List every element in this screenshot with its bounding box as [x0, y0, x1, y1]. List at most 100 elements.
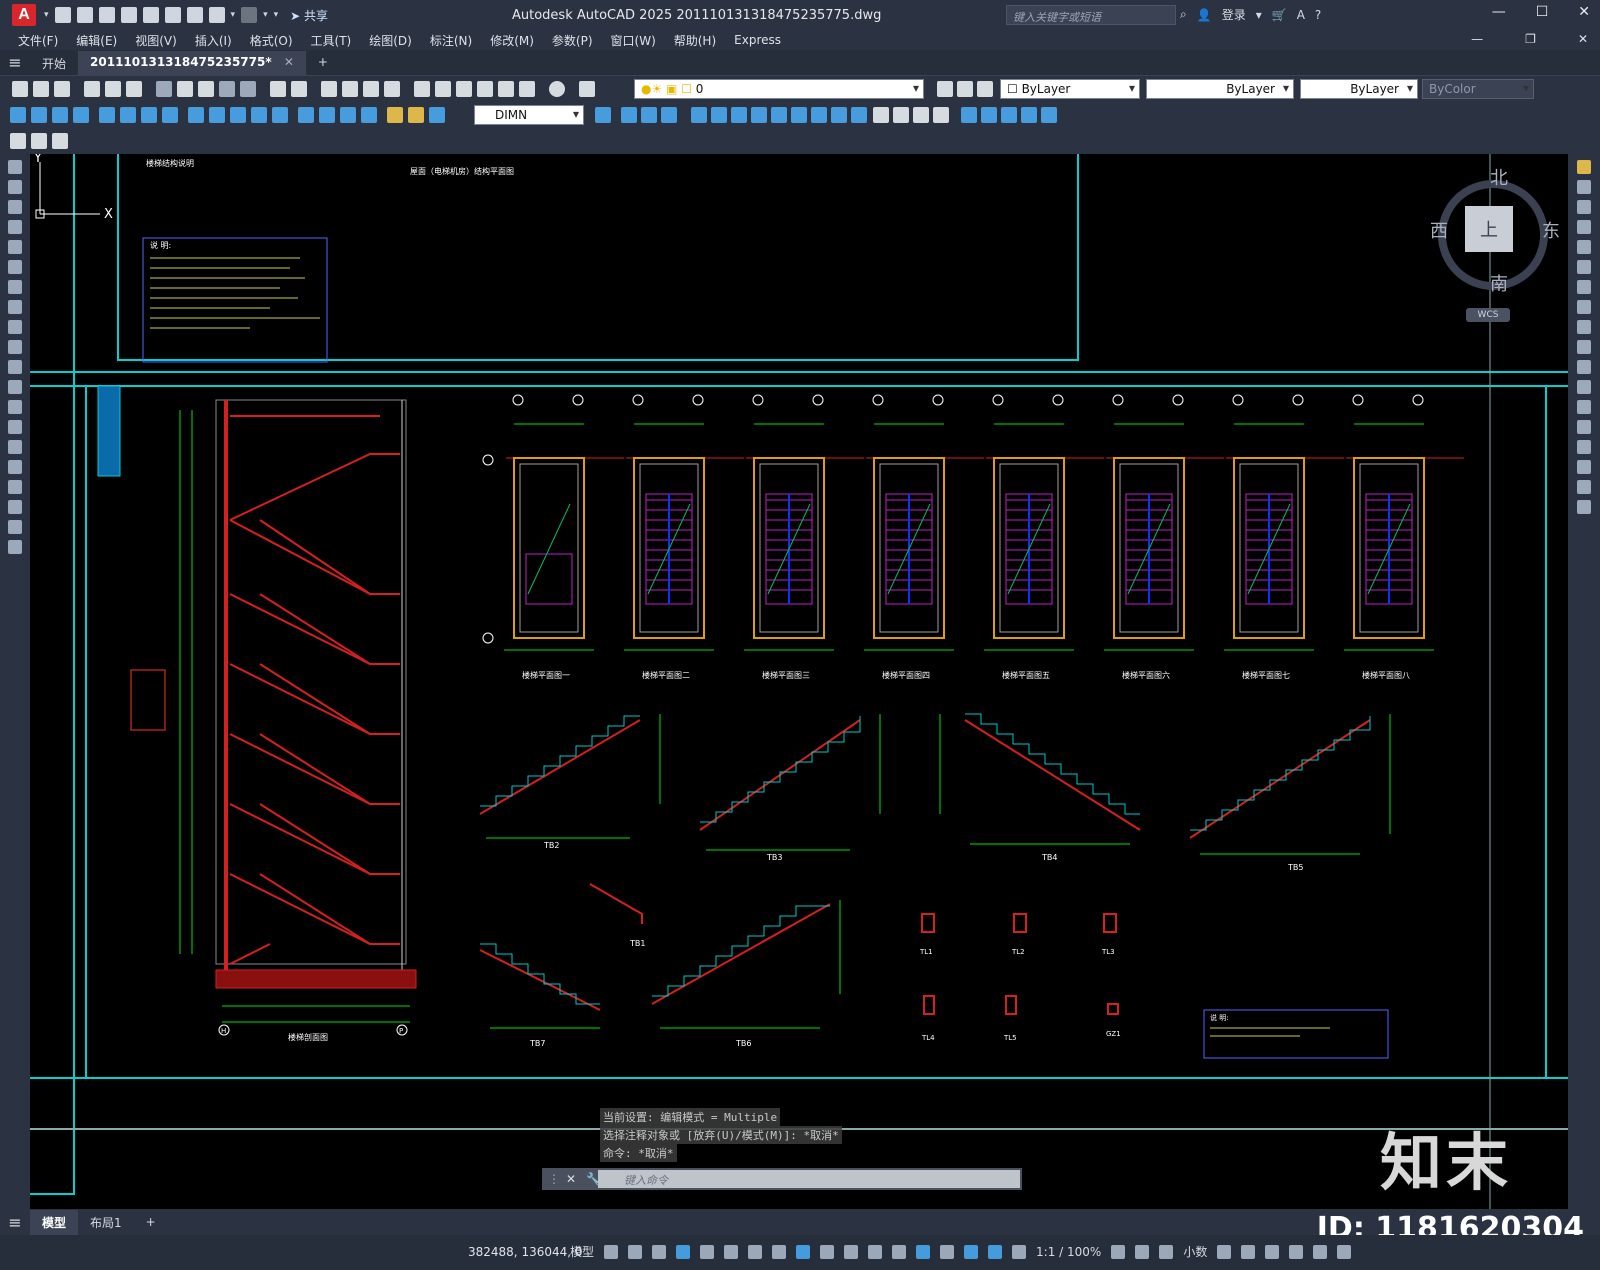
- copy-icon[interactable]: [177, 81, 193, 97]
- view-se-icon[interactable]: [1021, 107, 1037, 123]
- match-prop-icon[interactable]: [219, 81, 235, 97]
- hatch-icon[interactable]: [8, 440, 22, 454]
- jogged-linear-icon[interactable]: [361, 107, 377, 123]
- object-snap-icon[interactable]: [796, 1244, 811, 1259]
- radius-dim-icon[interactable]: [99, 107, 115, 123]
- ellipse-arc-icon[interactable]: [8, 360, 22, 374]
- quick-dim-icon[interactable]: [188, 107, 204, 123]
- dimstyle-dropdown[interactable]: DIMN: [474, 105, 584, 125]
- view-top-icon[interactable]: [873, 107, 889, 123]
- close-icon[interactable]: ✕: [1578, 4, 1590, 20]
- tolerance-icon[interactable]: [298, 107, 314, 123]
- drawing-canvas[interactable]: 楼梯结构说明 屋面（电梯机房）结构平面图 说 明: H P 楼梯剖面图 楼梯平面…: [30, 154, 1568, 1209]
- join-icon[interactable]: [1577, 420, 1591, 434]
- quick-properties-icon[interactable]: [1217, 1244, 1232, 1259]
- annotation-visibility-icon[interactable]: [988, 1244, 1003, 1259]
- lineweight-dropdown[interactable]: ByLayer: [1300, 79, 1418, 99]
- autodesk-app-icon[interactable]: A: [1297, 8, 1305, 22]
- rectangle-icon[interactable]: [8, 240, 22, 254]
- jogged-dim-icon[interactable]: [120, 107, 136, 123]
- snap-icon[interactable]: [628, 1244, 643, 1259]
- arc-icon[interactable]: [8, 260, 22, 274]
- multiline-text-icon[interactable]: [8, 520, 22, 534]
- doc-minimize-icon[interactable]: —: [1471, 32, 1483, 46]
- viewcube[interactable]: 北 南 东 西 上 WCS: [1430, 164, 1568, 324]
- menu-format[interactable]: 格式(O): [250, 32, 293, 49]
- make-current-icon[interactable]: [937, 81, 953, 97]
- copy-object-icon[interactable]: [1577, 180, 1591, 194]
- point-icon[interactable]: [8, 420, 22, 434]
- redo-icon[interactable]: [241, 7, 258, 23]
- erase-icon[interactable]: [1577, 160, 1591, 174]
- menu-view[interactable]: 视图(V): [135, 32, 177, 49]
- autocad-logo-icon[interactable]: A: [12, 4, 36, 26]
- share-button[interactable]: ➤ 共享: [290, 7, 328, 24]
- color-dropdown[interactable]: ☐ ByLayer: [1000, 79, 1140, 99]
- menu-hamburger-icon[interactable]: ≡: [0, 53, 30, 72]
- save-as-icon[interactable]: [120, 7, 137, 23]
- extend-icon[interactable]: [1577, 360, 1591, 374]
- polar-icon[interactable]: [724, 1244, 739, 1259]
- open-file-icon[interactable]: [76, 7, 93, 23]
- tool-palettes-icon[interactable]: [456, 81, 472, 97]
- lock-ui-icon[interactable]: [1241, 1244, 1256, 1259]
- break-at-point-icon[interactable]: [1577, 380, 1591, 394]
- add-layout-icon[interactable]: +: [134, 1211, 168, 1233]
- construction-line-icon[interactable]: [8, 180, 22, 194]
- open-icon[interactable]: [33, 81, 49, 97]
- zoom-realtime-icon[interactable]: [342, 81, 358, 97]
- revision-cloud-icon[interactable]: [8, 300, 22, 314]
- clean-screen-icon[interactable]: [1313, 1244, 1328, 1259]
- save-to-web-icon[interactable]: [164, 7, 181, 23]
- undo-dropdown-icon[interactable]: ▾: [231, 10, 236, 20]
- zoom-window-icon[interactable]: [363, 81, 379, 97]
- menu-parametric[interactable]: 参数(P): [552, 32, 593, 49]
- gradient-icon[interactable]: [8, 460, 22, 474]
- wcs-menu[interactable]: WCS: [1466, 308, 1510, 322]
- ucs-icon[interactable]: [621, 107, 637, 123]
- isolate-objects-icon[interactable]: [1265, 1244, 1280, 1259]
- publish-icon[interactable]: [126, 81, 142, 97]
- menu-express[interactable]: Express: [734, 33, 781, 47]
- menu-window[interactable]: 窗口(W): [611, 32, 656, 49]
- spline-icon[interactable]: [8, 320, 22, 334]
- help-icon[interactable]: [549, 81, 565, 97]
- view-front-icon[interactable]: [961, 107, 977, 123]
- command-input[interactable]: 键入命令: [598, 1170, 1020, 1188]
- selection-filter-icon[interactable]: [940, 1244, 955, 1259]
- redo-icon[interactable]: [291, 81, 307, 97]
- polyline-icon[interactable]: [8, 200, 22, 214]
- doc-close-icon[interactable]: ✕: [1578, 32, 1588, 46]
- define-attribute-icon[interactable]: [52, 133, 68, 149]
- layer-states-icon[interactable]: [977, 81, 993, 97]
- blend-icon[interactable]: [1577, 480, 1591, 494]
- continue-dim-icon[interactable]: [230, 107, 246, 123]
- ucs-y-icon[interactable]: [831, 107, 847, 123]
- offset-icon[interactable]: [1577, 220, 1591, 234]
- save-icon[interactable]: [98, 7, 115, 23]
- redo-dropdown-icon[interactable]: ▾: [263, 10, 268, 20]
- ucs-zaxis-icon[interactable]: [771, 107, 787, 123]
- dim-space-icon[interactable]: [251, 107, 267, 123]
- aligned-dim-icon[interactable]: [31, 107, 47, 123]
- coordinate-readout[interactable]: 382488, 136044, 0: [468, 1245, 583, 1259]
- angular-dim-icon[interactable]: [162, 107, 178, 123]
- save-icon[interactable]: [54, 81, 70, 97]
- tab-current-file[interactable]: 20111013131847523577​5* ✕: [78, 50, 306, 75]
- move-icon[interactable]: [1577, 260, 1591, 274]
- ucs-previous-icon[interactable]: [661, 107, 677, 123]
- linetype-dropdown[interactable]: ByLayer: [1146, 79, 1294, 99]
- undo-icon[interactable]: [208, 7, 225, 23]
- search-input[interactable]: 键入关键字或短语: [1006, 5, 1176, 25]
- ucs-view-icon[interactable]: [731, 107, 747, 123]
- ucs-x-icon[interactable]: [811, 107, 827, 123]
- viewcube-top-face[interactable]: 上: [1465, 206, 1513, 252]
- 3d-osnap-icon[interactable]: [892, 1244, 907, 1259]
- view-ne-icon[interactable]: [1041, 107, 1057, 123]
- stretch-icon[interactable]: [1577, 320, 1591, 334]
- dim-update-icon[interactable]: [429, 107, 445, 123]
- explode-icon[interactable]: [1577, 500, 1591, 514]
- tab-start[interactable]: 开始: [30, 51, 78, 75]
- markup-icon[interactable]: [498, 81, 514, 97]
- design-center-icon[interactable]: [435, 81, 451, 97]
